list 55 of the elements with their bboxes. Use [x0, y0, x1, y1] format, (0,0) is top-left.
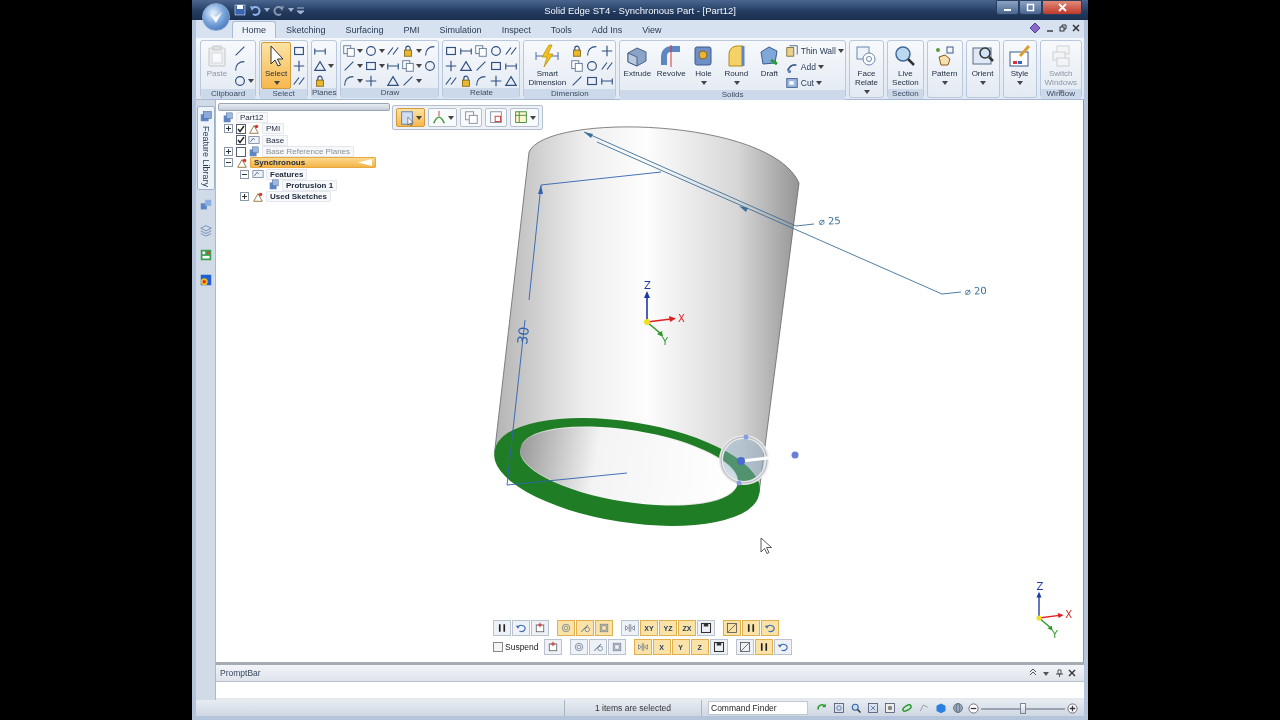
- group-label: Planes: [312, 88, 337, 98]
- ribbon-button[interactable]: Smart Dimension: [525, 42, 570, 89]
- ribbon-button[interactable]: Hole: [689, 42, 718, 89]
- ribbon-button[interactable]: Pattern: [928, 42, 961, 89]
- ribbon-tab[interactable]: Inspect: [491, 21, 541, 38]
- tree-item[interactable]: Part12: [236, 112, 268, 124]
- group-label: Clipboard: [201, 89, 255, 99]
- ribbon-tab[interactable]: PMI: [393, 21, 430, 38]
- ribbon-button[interactable]: Add: [784, 59, 844, 74]
- dimension-value[interactable]: ⌀ 20: [964, 284, 987, 297]
- status-text: 1 items are selected: [565, 700, 702, 716]
- group-label: Select: [260, 89, 307, 99]
- group-label: Relate: [443, 88, 520, 98]
- ribbon-button[interactable]: Extrude: [621, 42, 654, 89]
- axis-label: X: [678, 313, 685, 324]
- ribbon-button[interactable]: Style: [1004, 42, 1035, 89]
- group-label: Solids: [620, 90, 845, 100]
- axis-label: X: [1065, 609, 1073, 620]
- ribbon-button[interactable]: Draft: [754, 42, 784, 89]
- group-label: Window: [1040, 89, 1081, 99]
- window-title: Solid Edge ST4 - Synchronous Part - [Part12]: [544, 4, 736, 16]
- ribbon-button[interactable]: Face Relate: [850, 42, 883, 89]
- ribbon-tab[interactable]: View: [632, 21, 672, 38]
- axis-label: Z: [644, 280, 651, 291]
- ribbon-tab[interactable]: Add Ins: [581, 21, 633, 38]
- ribbon-tab[interactable]: Home: [232, 21, 276, 38]
- ribbon-button[interactable]: Live Section: [889, 42, 922, 89]
- ribbon-button[interactable]: Thin Wall: [784, 43, 844, 58]
- command-finder-field[interactable]: Command Finder: [708, 701, 808, 715]
- pane-title: PromptBar: [220, 668, 261, 678]
- ribbon-button[interactable]: Revolve: [654, 42, 688, 89]
- axis-label: Y: [662, 336, 669, 347]
- ribbon-button[interactable]: Orient: [967, 42, 998, 89]
- ribbon-button[interactable]: Select: [261, 42, 291, 89]
- tree-item[interactable]: Features: [266, 168, 308, 180]
- tree-item[interactable]: Used Sketches: [266, 191, 331, 203]
- axis-label: Y: [1051, 628, 1058, 640]
- dimension-value[interactable]: 30: [514, 325, 533, 346]
- panel-tab[interactable]: Feature Library: [196, 106, 215, 191]
- ribbon-button[interactable]: Cut: [784, 75, 844, 90]
- group-label: Draw: [341, 88, 439, 98]
- ribbon-tab[interactable]: Sketching: [276, 21, 336, 38]
- tree-item[interactable]: Synchronous: [250, 157, 376, 169]
- ribbon-button[interactable]: Round: [718, 42, 754, 89]
- ribbon-tab[interactable]: Surfacing: [335, 21, 394, 38]
- dimension-value[interactable]: ⌀ 25: [818, 214, 841, 227]
- group-label: Dimension: [524, 89, 616, 99]
- axis-label: Z: [1036, 580, 1044, 592]
- ribbon-tab[interactable]: Simulation: [429, 21, 492, 38]
- group-label: Section: [888, 89, 923, 99]
- checkbox-label[interactable]: Suspend: [505, 642, 539, 652]
- tree-item[interactable]: Protrusion 1: [282, 179, 338, 191]
- ribbon-tab[interactable]: Tools: [540, 21, 582, 38]
- tree-item[interactable]: PMI: [262, 123, 285, 135]
- tree-item[interactable]: Base: [262, 134, 289, 146]
